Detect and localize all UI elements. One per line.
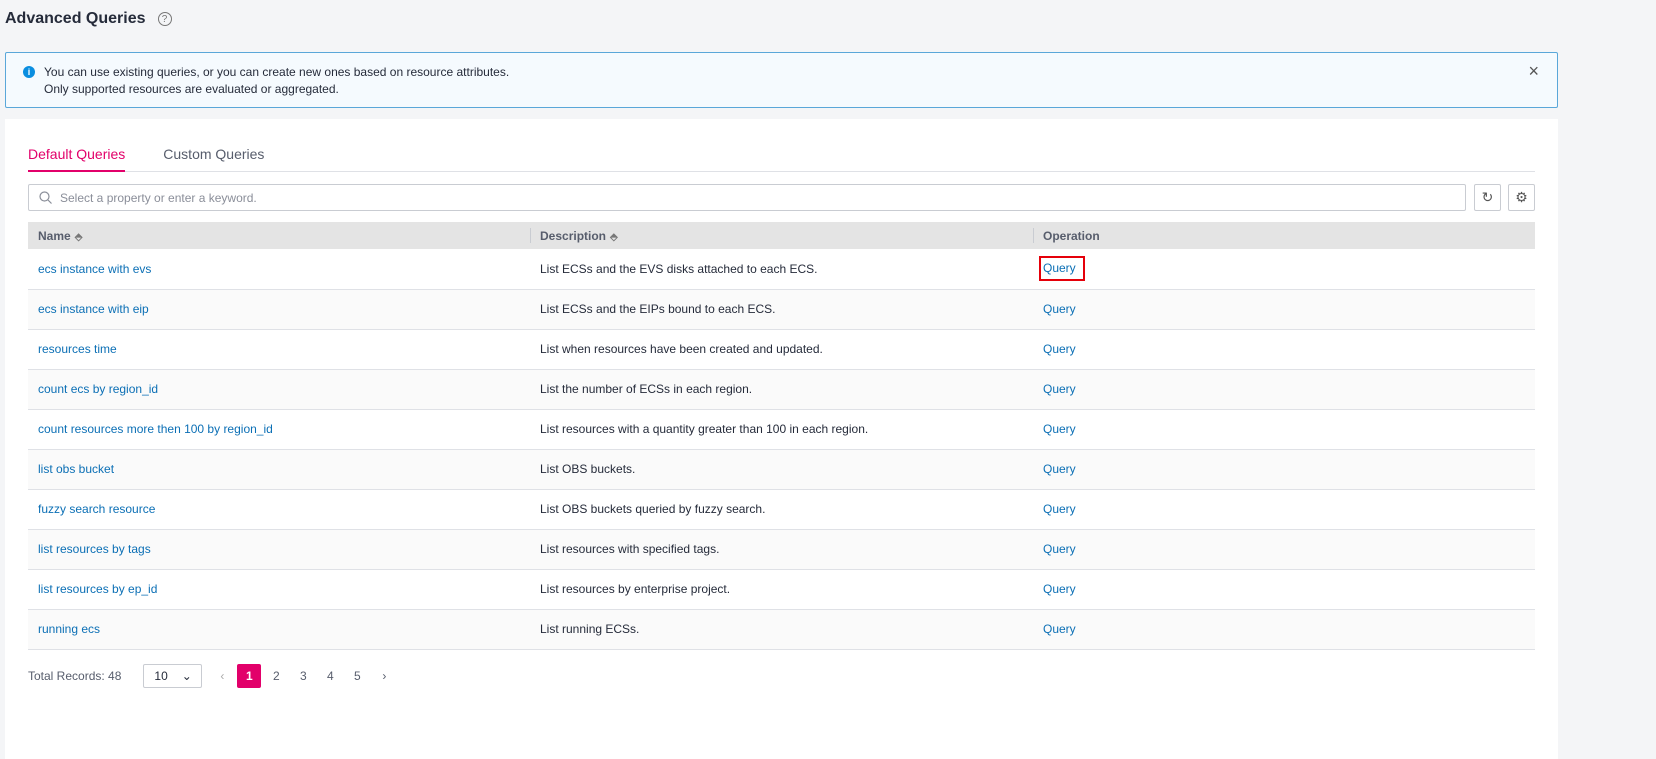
query-name-link[interactable]: list resources by tags	[38, 542, 151, 556]
table-row: list resources by ep_id List resources by…	[28, 569, 1535, 610]
question-circle-icon[interactable]: ?	[157, 12, 172, 26]
tab-custom-queries[interactable]: Custom Queries	[163, 143, 264, 172]
tabs: Default Queries Custom Queries	[28, 143, 1535, 172]
page-2-button[interactable]: 2	[264, 664, 288, 688]
query-description: List resources with a quantity greater t…	[530, 409, 1033, 450]
page-5-button[interactable]: 5	[345, 664, 369, 688]
query-name-link[interactable]: list resources by ep_id	[38, 582, 157, 596]
next-page-button[interactable]: ›	[372, 664, 396, 688]
settings-button[interactable]: ⚙	[1508, 184, 1535, 211]
query-button[interactable]: Query	[1039, 619, 1080, 639]
query-name-link[interactable]: running ecs	[38, 622, 100, 636]
chevron-down-icon: ⌄	[181, 669, 192, 683]
query-button[interactable]: Query	[1039, 419, 1080, 439]
table-row: running ecs List running ECSs. Query	[28, 609, 1535, 650]
query-name-link[interactable]: fuzzy search resource	[38, 502, 155, 516]
total-records: Total Records: 48	[28, 669, 122, 683]
query-description: List resources by enterprise project.	[530, 569, 1033, 610]
query-button[interactable]: Query	[1039, 459, 1080, 479]
query-description: List resources with specified tags.	[530, 529, 1033, 570]
query-description: List running ECSs.	[530, 609, 1033, 650]
query-name-link[interactable]: count ecs by region_id	[38, 382, 158, 396]
query-button[interactable]: Query	[1039, 299, 1080, 319]
info-icon: i	[23, 66, 35, 78]
gear-icon: ⚙	[1515, 189, 1528, 205]
page-title: Advanced Queries?	[5, 10, 172, 28]
table-row: count ecs by region_id List the number of…	[28, 369, 1535, 410]
query-description: List OBS buckets queried by fuzzy search…	[530, 489, 1033, 530]
query-name-link[interactable]: list obs bucket	[38, 462, 114, 476]
query-description: List ECSs and the EVS disks attached to …	[530, 249, 1033, 290]
search-icon	[39, 191, 52, 204]
query-button[interactable]: Query	[1039, 256, 1085, 282]
query-button[interactable]: Query	[1039, 339, 1080, 359]
query-name-link[interactable]: count resources more then 100 by region_…	[38, 422, 273, 436]
close-icon[interactable]: ×	[1528, 62, 1539, 80]
table-row: list resources by tags List resources wit…	[28, 529, 1535, 570]
query-name-link[interactable]: ecs instance with evs	[38, 262, 151, 276]
pagination: Total Records: 48 10 ⌄ ‹ 12345 ›	[28, 664, 396, 688]
query-name-link[interactable]: ecs instance with eip	[38, 302, 149, 316]
column-header-name[interactable]: Name ⬘	[28, 222, 530, 249]
page-4-button[interactable]: 4	[318, 664, 342, 688]
refresh-icon: ↻	[1481, 189, 1494, 205]
query-button[interactable]: Query	[1039, 579, 1080, 599]
query-button[interactable]: Query	[1039, 539, 1080, 559]
table-row: fuzzy search resource List OBS buckets qu…	[28, 489, 1535, 530]
table-row: resources time List when resources have b…	[28, 329, 1535, 370]
queries-table: Name ⬘ Description ⬘ Operation ecs instanc…	[28, 222, 1535, 650]
table-row: count resources more then 100 by region_…	[28, 409, 1535, 450]
prev-page-button[interactable]: ‹	[210, 664, 234, 688]
query-description: List when resources have been created an…	[530, 329, 1033, 370]
sort-icon[interactable]: ⬘	[610, 232, 618, 243]
query-description: List OBS buckets.	[530, 449, 1033, 490]
page-3-button[interactable]: 3	[291, 664, 315, 688]
column-header-operation: Operation	[1033, 222, 1535, 249]
query-button[interactable]: Query	[1039, 499, 1080, 519]
query-description: List the number of ECSs in each region.	[530, 369, 1033, 410]
table-row: ecs instance with eip List ECSs and the E…	[28, 289, 1535, 330]
page-size-select[interactable]: 10 ⌄	[143, 664, 203, 688]
column-header-description[interactable]: Description ⬘	[530, 222, 1033, 249]
page-1-button[interactable]: 1	[237, 664, 262, 688]
queries-card: Default Queries Custom Queries ↻ ⚙ Name⬘…	[5, 119, 1558, 759]
search-box[interactable]	[28, 184, 1466, 211]
refresh-button[interactable]: ↻	[1474, 184, 1501, 211]
table-row: ecs instance with evs List ECSs and the E…	[28, 249, 1535, 290]
search-input[interactable]	[60, 190, 1465, 205]
sort-icon[interactable]: ⬘	[75, 232, 83, 243]
query-description: List ECSs and the EIPs bound to each ECS…	[530, 289, 1033, 330]
query-name-link[interactable]: resources time	[38, 342, 117, 356]
tab-default-queries[interactable]: Default Queries	[28, 143, 126, 172]
table-row: list obs bucket List OBS buckets. Query	[28, 449, 1535, 490]
query-button[interactable]: Query	[1039, 379, 1080, 399]
info-alert: i You can use existing queries, or you c…	[5, 52, 1558, 108]
